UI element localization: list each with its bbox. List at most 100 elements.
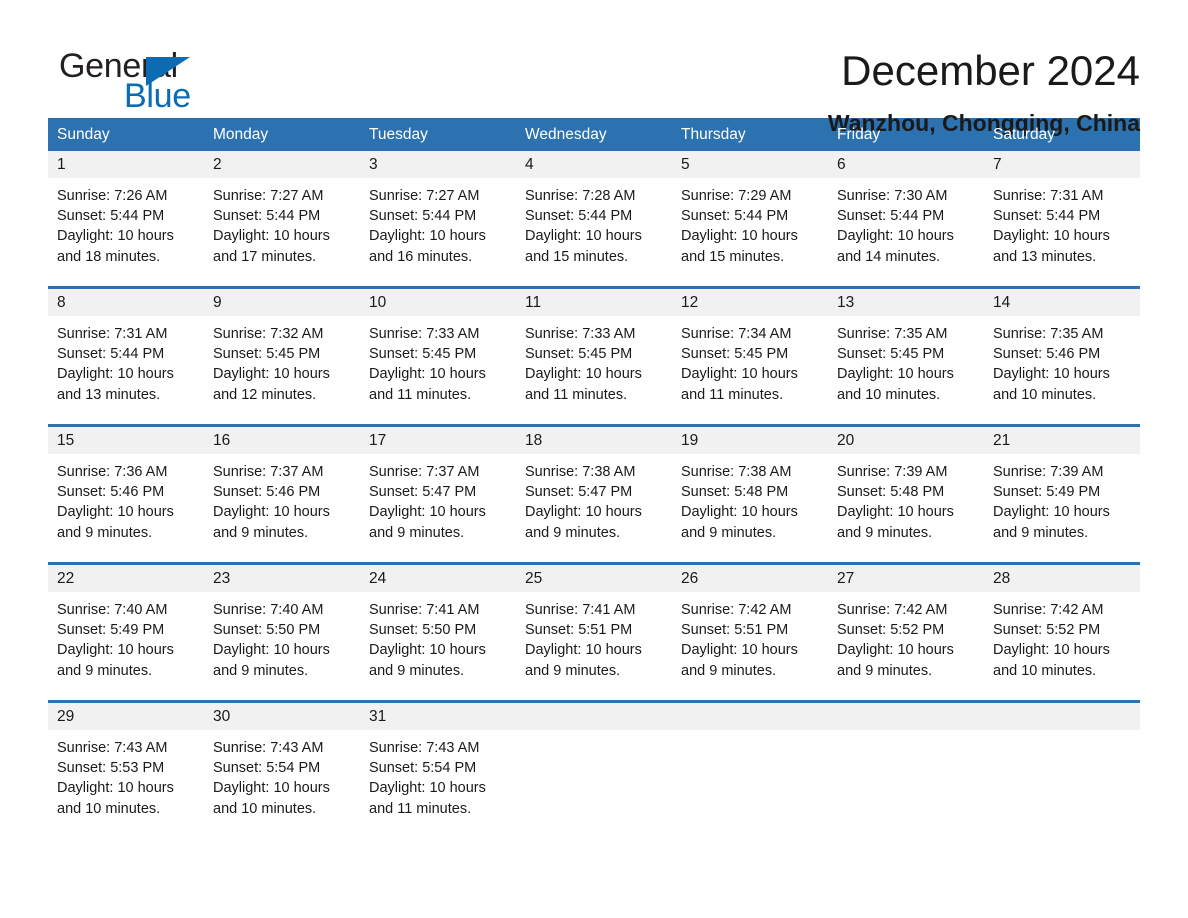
day-detail-line: Sunrise: 7:39 AM: [993, 464, 1104, 480]
day-details: Sunrise: 7:40 AM Sunset: 5:50 PM Daylight:…: [204, 592, 360, 681]
day-number: 19: [672, 427, 828, 454]
calendar-day-cell[interactable]: 17 Sunrise: 7:37 AM Sunset: 5:47 PM Dayligh…: [360, 427, 516, 549]
generalblue-logo: General Blue: [48, 46, 238, 118]
day-number: 27: [828, 565, 984, 592]
day-number: 25: [516, 565, 672, 592]
calendar-week-row: 8 Sunrise: 7:31 AM Sunset: 5:44 PM Daylight…: [48, 286, 1140, 411]
weekday-header-wednesday: Wednesday: [525, 126, 607, 143]
calendar-day-cell[interactable]: 28 Sunrise: 7:42 AM Sunset: 5:52 PM Dayligh…: [984, 565, 1140, 687]
calendar-day-cell[interactable]: 12 Sunrise: 7:34 AM Sunset: 5:45 PM Dayligh…: [672, 289, 828, 411]
day-detail-line: Sunset: 5:45 PM: [525, 346, 633, 363]
calendar-day-cell[interactable]: 11 Sunrise: 7:33 AM Sunset: 5:45 PM Dayligh…: [516, 289, 672, 411]
calendar-day-cell[interactable]: 3 Sunrise: 7:27 AM Sunset: 5:44 PM Daylight…: [360, 151, 516, 273]
calendar-day-cell[interactable]: 14 Sunrise: 7:35 AM Sunset: 5:46 PM Dayligh…: [984, 289, 1140, 411]
calendar-day-cell[interactable]: 23 Sunrise: 7:40 AM Sunset: 5:50 PM Dayligh…: [204, 565, 360, 687]
calendar-day-cell[interactable]: 6 Sunrise: 7:30 AM Sunset: 5:44 PM Daylight…: [828, 151, 984, 273]
day-number: 10: [360, 289, 516, 316]
day-detail-line: Sunrise: 7:37 AM: [369, 464, 480, 480]
day-detail-line: Sunrise: 7:27 AM: [369, 188, 480, 204]
day-number: 17: [360, 427, 516, 454]
day-detail-line: Sunset: 5:44 PM: [993, 208, 1101, 225]
day-number: 16: [204, 427, 360, 454]
day-number: 26: [672, 565, 828, 592]
day-details: Sunrise: 7:39 AM Sunset: 5:49 PM Daylight:…: [984, 454, 1140, 543]
day-detail-line: Daylight: 10 hours: [681, 366, 798, 383]
day-detail-line: and 18 minutes.: [57, 248, 161, 265]
calendar-day-cell[interactable]: 15 Sunrise: 7:36 AM Sunset: 5:46 PM Dayligh…: [48, 427, 204, 549]
calendar-day-cell-empty: [516, 703, 672, 825]
day-number: 21: [984, 427, 1140, 454]
day-detail-line: Daylight: 10 hours: [213, 642, 330, 659]
page-header: General Blue December 2024 Wanzhou, Chon…: [48, 0, 1140, 136]
day-detail-line: and 9 minutes.: [369, 662, 465, 679]
day-details: Sunrise: 7:39 AM Sunset: 5:48 PM Daylight:…: [828, 454, 984, 543]
calendar-day-cell[interactable]: 10 Sunrise: 7:33 AM Sunset: 5:45 PM Dayligh…: [360, 289, 516, 411]
day-detail-line: Sunset: 5:45 PM: [837, 346, 945, 363]
day-detail-line: Sunrise: 7:42 AM: [837, 602, 948, 618]
calendar-day-cell[interactable]: 20 Sunrise: 7:39 AM Sunset: 5:48 PM Dayligh…: [828, 427, 984, 549]
calendar-day-cell[interactable]: 7 Sunrise: 7:31 AM Sunset: 5:44 PM Daylight…: [984, 151, 1140, 273]
calendar-day-cell[interactable]: 19 Sunrise: 7:38 AM Sunset: 5:48 PM Dayligh…: [672, 427, 828, 549]
day-detail-line: and 17 minutes.: [213, 248, 317, 265]
day-number: 7: [984, 151, 1140, 178]
day-detail-line: and 9 minutes.: [993, 524, 1089, 541]
day-details: Sunrise: 7:35 AM Sunset: 5:46 PM Daylight:…: [984, 316, 1140, 405]
day-detail-line: and 9 minutes.: [525, 662, 621, 679]
week-spacer: [48, 273, 1140, 286]
day-detail-line: Sunrise: 7:29 AM: [681, 188, 792, 204]
week-spacer: [48, 687, 1140, 700]
calendar-day-cell[interactable]: 9 Sunrise: 7:32 AM Sunset: 5:45 PM Daylight…: [204, 289, 360, 411]
day-detail-line: and 11 minutes.: [525, 386, 628, 403]
day-details: Sunrise: 7:27 AM Sunset: 5:44 PM Daylight:…: [204, 178, 360, 267]
calendar-week-row: 15 Sunrise: 7:36 AM Sunset: 5:46 PM Dayligh…: [48, 424, 1140, 549]
day-details: Sunrise: 7:37 AM Sunset: 5:46 PM Daylight:…: [204, 454, 360, 543]
day-detail-line: Sunset: 5:50 PM: [369, 622, 477, 639]
calendar-day-cell[interactable]: 16 Sunrise: 7:37 AM Sunset: 5:46 PM Dayligh…: [204, 427, 360, 549]
day-detail-line: Sunset: 5:46 PM: [993, 346, 1101, 363]
calendar-day-cell[interactable]: 2 Sunrise: 7:27 AM Sunset: 5:44 PM Daylight…: [204, 151, 360, 273]
day-detail-line: and 11 minutes.: [369, 386, 472, 403]
day-number: 8: [48, 289, 204, 316]
calendar-grid: Sunday Monday Tuesday Wednesday Thursday…: [48, 118, 1140, 825]
day-number: 22: [48, 565, 204, 592]
calendar-day-cell[interactable]: 24 Sunrise: 7:41 AM Sunset: 5:50 PM Dayligh…: [360, 565, 516, 687]
page-title: December 2024: [841, 47, 1140, 94]
calendar-day-cell[interactable]: 21 Sunrise: 7:39 AM Sunset: 5:49 PM Dayligh…: [984, 427, 1140, 549]
day-number: 4: [516, 151, 672, 178]
calendar-day-cell[interactable]: 22 Sunrise: 7:40 AM Sunset: 5:49 PM Dayligh…: [48, 565, 204, 687]
calendar-day-cell[interactable]: 27 Sunrise: 7:42 AM Sunset: 5:52 PM Dayligh…: [828, 565, 984, 687]
day-details: Sunrise: 7:33 AM Sunset: 5:45 PM Daylight:…: [360, 316, 516, 405]
calendar-day-cell[interactable]: 13 Sunrise: 7:35 AM Sunset: 5:45 PM Dayligh…: [828, 289, 984, 411]
day-detail-line: Daylight: 10 hours: [993, 228, 1110, 245]
calendar-day-cell[interactable]: 29 Sunrise: 7:43 AM Sunset: 5:53 PM Dayligh…: [48, 703, 204, 825]
weekday-header-thursday: Thursday: [681, 126, 746, 143]
day-detail-line: and 10 minutes.: [57, 800, 161, 817]
calendar-day-cell[interactable]: 5 Sunrise: 7:29 AM Sunset: 5:44 PM Daylight…: [672, 151, 828, 273]
calendar-day-cell[interactable]: 1 Sunrise: 7:26 AM Sunset: 5:44 PM Daylight…: [48, 151, 204, 273]
day-details: Sunrise: 7:38 AM Sunset: 5:47 PM Daylight:…: [516, 454, 672, 543]
calendar-day-cell[interactable]: 18 Sunrise: 7:38 AM Sunset: 5:47 PM Dayligh…: [516, 427, 672, 549]
day-details: Sunrise: 7:43 AM Sunset: 5:54 PM Daylight:…: [360, 730, 516, 819]
day-number: 1: [48, 151, 204, 178]
calendar-day-cell[interactable]: 4 Sunrise: 7:28 AM Sunset: 5:44 PM Daylight…: [516, 151, 672, 273]
calendar-day-cell-empty: [984, 703, 1140, 825]
day-detail-line: Daylight: 10 hours: [993, 504, 1110, 521]
day-detail-line: Daylight: 10 hours: [213, 504, 330, 521]
day-number: 9: [204, 289, 360, 316]
day-number: 3: [360, 151, 516, 178]
day-detail-line: Daylight: 10 hours: [369, 642, 486, 659]
calendar-day-cell[interactable]: 25 Sunrise: 7:41 AM Sunset: 5:51 PM Dayligh…: [516, 565, 672, 687]
day-detail-line: Daylight: 10 hours: [525, 642, 642, 659]
day-detail-line: and 12 minutes.: [213, 386, 317, 403]
day-details: Sunrise: 7:31 AM Sunset: 5:44 PM Daylight:…: [984, 178, 1140, 267]
weekday-header-monday: Monday: [213, 126, 269, 143]
calendar-day-cell[interactable]: 31 Sunrise: 7:43 AM Sunset: 5:54 PM Dayligh…: [360, 703, 516, 825]
day-detail-line: Daylight: 10 hours: [837, 504, 954, 521]
calendar-day-cell[interactable]: 26 Sunrise: 7:42 AM Sunset: 5:51 PM Dayligh…: [672, 565, 828, 687]
day-number: 20: [828, 427, 984, 454]
day-detail-line: Sunset: 5:53 PM: [57, 760, 165, 777]
calendar-day-cell[interactable]: 8 Sunrise: 7:31 AM Sunset: 5:44 PM Daylight…: [48, 289, 204, 411]
day-detail-line: and 13 minutes.: [57, 386, 161, 403]
day-number: 12: [672, 289, 828, 316]
calendar-day-cell[interactable]: 30 Sunrise: 7:43 AM Sunset: 5:54 PM Dayligh…: [204, 703, 360, 825]
